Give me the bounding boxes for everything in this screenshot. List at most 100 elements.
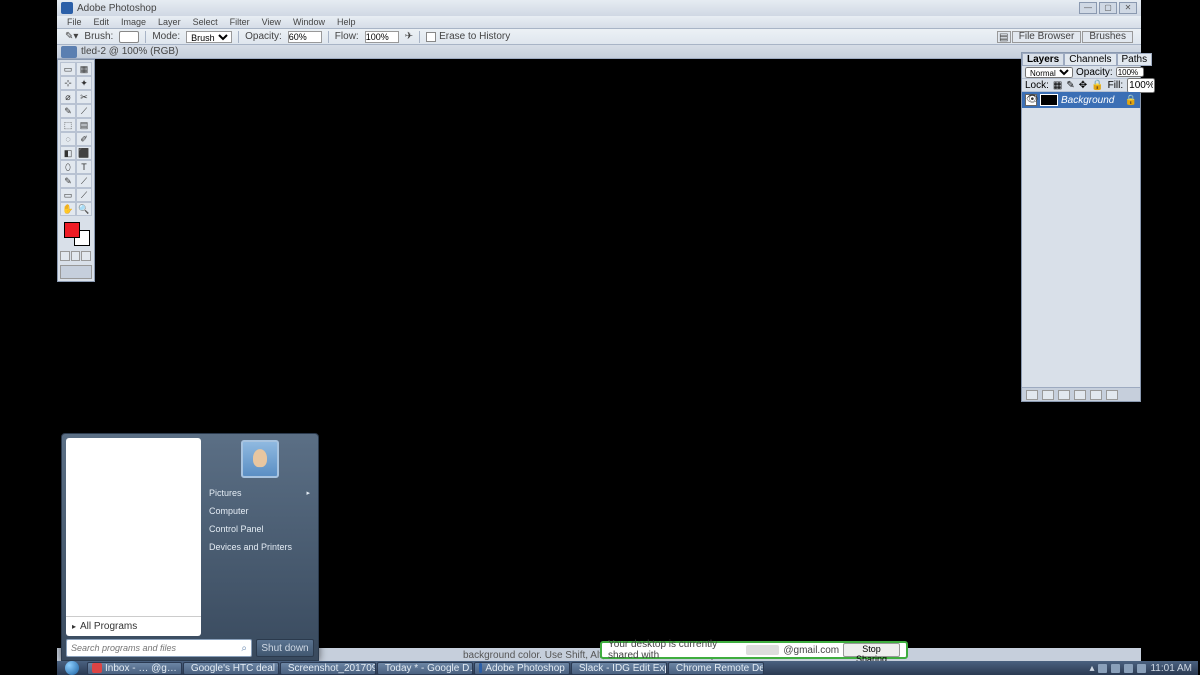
jump-to-imageready-button[interactable]: [60, 265, 92, 279]
opacity-field[interactable]: [288, 31, 322, 43]
tool-button[interactable]: ⬚: [60, 118, 76, 132]
tool-button[interactable]: ✐: [76, 132, 92, 146]
tool-button[interactable]: ◧: [60, 146, 76, 160]
tool-button[interactable]: ✋: [60, 202, 76, 216]
brushes-tab[interactable]: Brushes: [1082, 31, 1133, 43]
channels-tab[interactable]: Channels: [1064, 53, 1116, 66]
start-menu: All Programs PicturesComputerControl Pan…: [61, 433, 319, 661]
new-layer-button[interactable]: [1090, 390, 1102, 400]
menu-layer[interactable]: Layer: [152, 16, 187, 28]
titlebar[interactable]: Adobe Photoshop — ▢ ✕: [57, 0, 1141, 16]
tool-button[interactable]: ✦: [76, 76, 92, 90]
tool-button[interactable]: ⟋: [76, 188, 92, 202]
layer-style-button[interactable]: [1026, 390, 1038, 400]
menu-image[interactable]: Image: [115, 16, 152, 28]
lock-position-icon[interactable]: ✥: [1079, 80, 1087, 91]
tray-icon[interactable]: [1124, 664, 1133, 673]
layer-background-row[interactable]: 👁 Background 🔒: [1022, 92, 1140, 108]
adjustment-layer-button[interactable]: [1074, 390, 1086, 400]
taskbar-item[interactable]: Adobe Photoshop: [474, 662, 570, 675]
menu-view[interactable]: View: [256, 16, 287, 28]
taskbar-item[interactable]: Chrome Remote Des…: [668, 662, 764, 675]
taskbar-item[interactable]: Google's HTC deal w…: [183, 662, 279, 675]
tool-button[interactable]: ◌: [60, 132, 76, 146]
tool-button[interactable]: ⬛: [76, 146, 92, 160]
tool-button[interactable]: ✂: [76, 90, 92, 104]
stop-sharing-button[interactable]: Stop Sharing: [843, 643, 900, 657]
tool-button[interactable]: ⬯: [60, 160, 76, 174]
menu-select[interactable]: Select: [187, 16, 224, 28]
imageready-icon[interactable]: [61, 46, 77, 58]
taskbar-item[interactable]: Inbox - … @g…: [87, 662, 182, 675]
menu-window[interactable]: Window: [287, 16, 331, 28]
tool-button[interactable]: ▭: [60, 62, 76, 76]
start-link-computer[interactable]: Computer: [207, 502, 312, 520]
menu-edit[interactable]: Edit: [88, 16, 116, 28]
close-button[interactable]: ✕: [1119, 2, 1137, 14]
layer-name: Background: [1061, 95, 1114, 106]
lock-image-icon[interactable]: ✎: [1066, 80, 1074, 91]
tool-button[interactable]: ⊹: [60, 76, 76, 90]
airbrush-icon[interactable]: ✈: [405, 31, 413, 42]
tray-chevron-icon[interactable]: ▴: [1089, 663, 1094, 674]
tray-icon[interactable]: [1098, 664, 1107, 673]
tool-button[interactable]: 🔍: [76, 202, 92, 216]
tool-button[interactable]: ⟋: [76, 104, 92, 118]
tool-button[interactable]: ▦: [76, 62, 92, 76]
layer-mask-button[interactable]: [1042, 390, 1054, 400]
start-link-pictures[interactable]: Pictures: [207, 484, 312, 502]
minimize-button[interactable]: —: [1079, 2, 1097, 14]
tool-button[interactable]: ⌀: [60, 90, 76, 104]
maximize-button[interactable]: ▢: [1099, 2, 1117, 14]
tool-button[interactable]: ✎: [60, 104, 76, 118]
brush-preview[interactable]: [119, 31, 139, 43]
tool-button[interactable]: ✎: [60, 174, 76, 188]
fill-field[interactable]: [1127, 78, 1155, 93]
screen-mode-button[interactable]: [81, 251, 91, 261]
layers-list[interactable]: [1022, 108, 1140, 387]
mode-select[interactable]: Brush: [186, 31, 232, 43]
system-tray[interactable]: ▴ 11:01 AM: [1083, 663, 1198, 674]
erase-history-checkbox[interactable]: [426, 32, 436, 42]
foreground-color-swatch[interactable]: [64, 222, 80, 238]
layer-opacity-field[interactable]: [1116, 67, 1144, 77]
menu-filter[interactable]: Filter: [224, 16, 256, 28]
clock[interactable]: 11:01 AM: [1150, 663, 1192, 674]
start-search[interactable]: ⌕: [66, 639, 252, 657]
start-link-devices-and-printers[interactable]: Devices and Printers: [207, 538, 312, 556]
delete-layer-button[interactable]: [1106, 390, 1118, 400]
visibility-icon[interactable]: 👁: [1025, 94, 1037, 106]
layers-tab[interactable]: Layers: [1022, 53, 1064, 66]
taskbar-item[interactable]: Slack - IDG Edit Expats: [571, 662, 667, 675]
tool-button[interactable]: T: [76, 160, 92, 174]
user-avatar[interactable]: [241, 440, 279, 478]
tray-icon[interactable]: [1137, 664, 1146, 673]
start-search-input[interactable]: [71, 643, 241, 653]
tray-icon[interactable]: [1111, 664, 1120, 673]
tool-button[interactable]: ▭: [60, 188, 76, 202]
file-browser-tab[interactable]: File Browser: [1012, 31, 1082, 43]
taskbar-item[interactable]: Screenshot_2017092B…: [280, 662, 376, 675]
shutdown-button[interactable]: Shut down: [256, 639, 314, 657]
screen-mode-button[interactable]: [60, 251, 70, 261]
lock-all-icon[interactable]: 🔒: [1091, 80, 1103, 91]
blend-mode-select[interactable]: Normal: [1025, 67, 1073, 78]
app-title: Adobe Photoshop: [77, 3, 157, 14]
lock-label: Lock:: [1025, 80, 1049, 91]
new-set-button[interactable]: [1058, 390, 1070, 400]
lock-transparency-icon[interactable]: ▦: [1053, 80, 1062, 91]
paths-tab[interactable]: Paths: [1117, 53, 1153, 66]
start-link-control-panel[interactable]: Control Panel: [207, 520, 312, 538]
tool-button[interactable]: ⟋: [76, 174, 92, 188]
screen-mode-button[interactable]: [71, 251, 81, 261]
recent-programs-list[interactable]: [66, 438, 201, 616]
taskbar-item[interactable]: Today * - Google D…: [377, 662, 473, 675]
tool-button[interactable]: ▤: [76, 118, 92, 132]
menu-file[interactable]: File: [61, 16, 88, 28]
start-button[interactable]: [57, 661, 87, 675]
flow-field[interactable]: [365, 31, 399, 43]
palette-well-icon[interactable]: ▤: [997, 31, 1011, 43]
tool-preset-icon[interactable]: ✎▾: [65, 31, 78, 42]
menu-help[interactable]: Help: [331, 16, 362, 28]
all-programs-button[interactable]: All Programs: [66, 616, 201, 636]
